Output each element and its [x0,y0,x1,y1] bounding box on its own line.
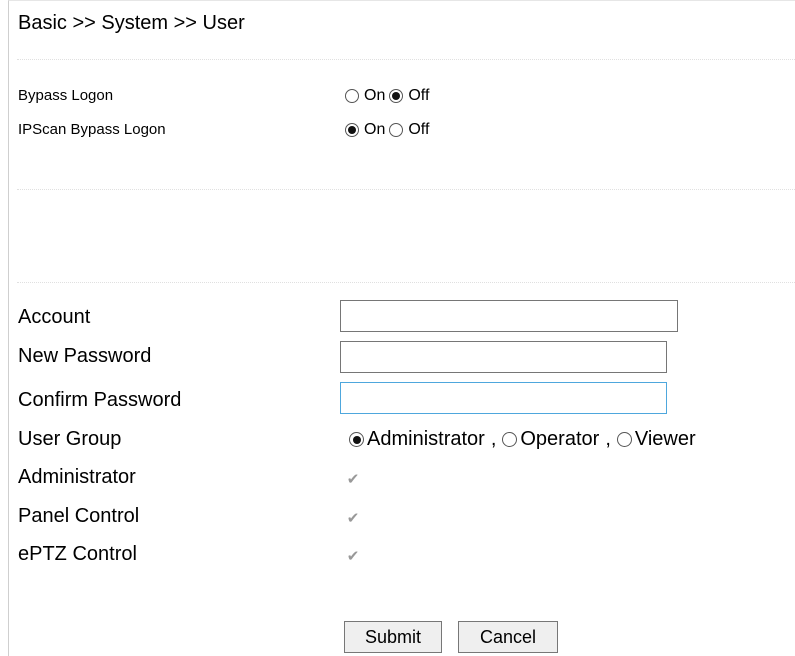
confirm-password-input[interactable] [340,382,667,414]
account-label: Account [18,306,91,328]
section-divider [17,59,795,60]
user-group-label: User Group [18,428,122,450]
ipscan-bypass-logon-on-radio[interactable] [345,123,359,137]
eptz-control-permission-label: ePTZ Control [18,543,137,565]
user-group-viewer-label: Viewer [634,428,696,450]
user-group-operator-label: Operator [520,428,600,450]
new-password-label: New Password [18,345,152,367]
bypass-logon-off-label: Off [408,87,430,104]
breadcrumb: Basic >> System >> User [18,12,245,34]
user-group-radio-group: Administrator , Operator , Viewer [349,428,698,451]
panel-control-permission-checkbox[interactable]: ✔ [346,511,360,526]
user-group-separator: , [605,428,611,450]
user-group-separator: , [490,428,497,450]
submit-button[interactable]: Submit [344,621,442,653]
section-divider [17,282,795,283]
administrator-permission-checkbox[interactable]: ✔ [346,472,360,487]
ipscan-bypass-logon-on-label: On [364,121,386,138]
user-group-administrator-label: Administrator [367,428,485,450]
user-group-operator-radio[interactable] [502,432,518,447]
panel-control-permission-label: Panel Control [18,505,140,527]
ipscan-bypass-logon-label: IPScan Bypass Logon [18,121,166,138]
account-input[interactable] [340,300,678,332]
section-divider [17,189,795,190]
bypass-logon-on-label: On [364,87,386,104]
bypass-logon-label: Bypass Logon [18,87,114,104]
cancel-button[interactable]: Cancel [458,621,558,653]
user-group-administrator-radio[interactable] [349,432,364,447]
ipscan-bypass-logon-radio-group: On Off [345,121,433,139]
confirm-password-label: Confirm Password [18,389,182,411]
bypass-logon-radio-group: On Off [345,87,433,105]
administrator-permission-label: Administrator [18,466,136,488]
ipscan-bypass-logon-off-radio[interactable] [389,123,404,137]
user-group-viewer-radio[interactable] [616,432,632,447]
new-password-input[interactable] [340,341,667,373]
bypass-logon-on-radio[interactable] [345,89,359,103]
eptz-control-permission-checkbox[interactable]: ✔ [346,549,360,564]
ipscan-bypass-logon-off-label: Off [408,121,430,138]
bypass-logon-off-radio[interactable] [389,89,404,103]
